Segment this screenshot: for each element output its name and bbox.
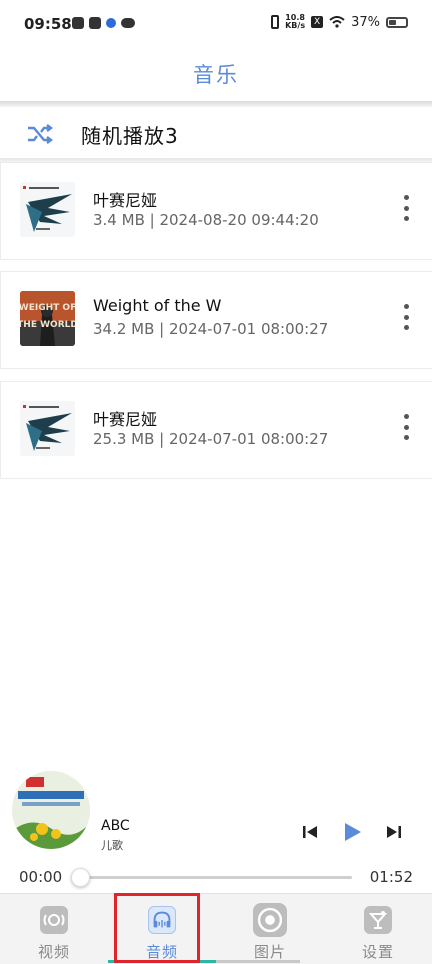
tab-indicator-track [216, 960, 300, 963]
now-playing-artist: 儿歌 [101, 839, 123, 852]
track-item[interactable]: 叶赛尼娅 3.4 MB | 2024-08-20 09:44:20 [0, 162, 432, 260]
sync-icon [89, 17, 101, 29]
cover-text-2: THE WORLD [20, 320, 75, 330]
more-options-icon[interactable] [400, 195, 412, 221]
notification-icons [72, 17, 135, 29]
app-icon [106, 18, 116, 28]
now-playing-title: ABC [101, 818, 130, 834]
more-options-icon[interactable] [400, 304, 412, 330]
x-icon: X [311, 16, 324, 28]
album-cover: WEIGHT OF THE WORLD [20, 291, 75, 346]
wing-art-image [20, 401, 75, 456]
status-time: 09:58 [24, 15, 72, 33]
track-meta: 34.2 MB | 2024-07-01 08:00:27 [93, 320, 328, 338]
track-date: 2024-08-20 09:44:20 [159, 211, 319, 229]
net-speed-unit: KB/s [285, 21, 306, 30]
playback-controls [300, 820, 404, 844]
track-size: 3.4 MB [93, 211, 145, 229]
seek-thumb[interactable] [71, 868, 90, 887]
notification-icon [72, 17, 84, 29]
track-meta: 3.4 MB | 2024-08-20 09:44:20 [93, 211, 319, 229]
network-speed: 10.8 KB/s [285, 14, 305, 30]
total-time: 01:52 [369, 868, 413, 886]
nav-item-audio[interactable]: 音频 [108, 894, 216, 964]
video-icon [40, 906, 68, 934]
shuffle-label: 随机播放3 [81, 123, 179, 148]
nav-label-audio: 音频 [145, 943, 178, 961]
status-bar: 09:58 10.8 KB/s X 37% [0, 0, 432, 50]
next-icon[interactable] [384, 820, 404, 844]
previous-icon[interactable] [300, 820, 320, 844]
current-time: 00:00 [19, 868, 63, 886]
now-playing-cover[interactable] [12, 771, 90, 849]
status-right: 10.8 KB/s X 37% [271, 14, 408, 30]
app-header: 音乐 [0, 50, 432, 102]
play-icon[interactable] [342, 820, 362, 844]
track-title: 叶赛尼娅 [93, 191, 158, 210]
meta-separator: | [144, 211, 160, 229]
image-icon [253, 903, 287, 937]
wifi-icon [329, 16, 345, 28]
nav-item-settings[interactable]: 设置 [324, 894, 432, 964]
active-tab-indicator [108, 960, 216, 963]
track-date: 2024-07-01 08:00:27 [169, 320, 329, 338]
vibrate-icon [271, 15, 280, 29]
track-item[interactable]: 叶赛尼娅 25.3 MB | 2024-07-01 08:00:27 [0, 381, 432, 479]
track-item[interactable]: WEIGHT OF THE WORLD Weight of the W 34.2… [0, 271, 432, 369]
battery-percent: 37% [351, 14, 380, 30]
album-disc-image [12, 771, 90, 849]
more-options-icon[interactable] [400, 414, 412, 440]
track-title: 叶赛尼娅 [93, 410, 158, 429]
nav-item-images[interactable]: 图片 [216, 894, 324, 964]
meta-separator: | [154, 430, 169, 448]
track-size: 25.3 MB [93, 430, 155, 448]
nav-item-video[interactable]: 视频 [0, 894, 108, 964]
track-size: 34.2 MB [93, 320, 155, 338]
shuffle-icon [28, 124, 53, 144]
album-cover [20, 182, 75, 237]
headphones-icon [148, 906, 176, 934]
shuffle-play-button[interactable]: 随机播放3 [0, 108, 432, 160]
weight-of-the-world-art-image: WEIGHT OF THE WORLD [20, 291, 75, 346]
nav-label-images: 图片 [253, 943, 286, 961]
cover-text-1: WEIGHT OF [20, 303, 75, 313]
track-title: Weight of the W [93, 296, 222, 315]
seek-bar[interactable] [71, 868, 352, 887]
bottom-nav: 视频 音频 图片 设置 [0, 893, 432, 964]
battery-icon [386, 16, 408, 28]
nav-label-video: 视频 [37, 943, 70, 961]
meta-separator: | [154, 320, 169, 338]
page-title: 音乐 [193, 63, 239, 87]
track-date: 2024-07-01 08:00:27 [169, 430, 329, 448]
wing-art-image [20, 182, 75, 237]
settings-icon [364, 906, 392, 934]
nav-label-settings: 设置 [361, 943, 394, 961]
header-divider [0, 101, 432, 107]
album-cover [20, 401, 75, 456]
cloud-icon [121, 18, 135, 28]
track-meta: 25.3 MB | 2024-07-01 08:00:27 [93, 430, 328, 448]
